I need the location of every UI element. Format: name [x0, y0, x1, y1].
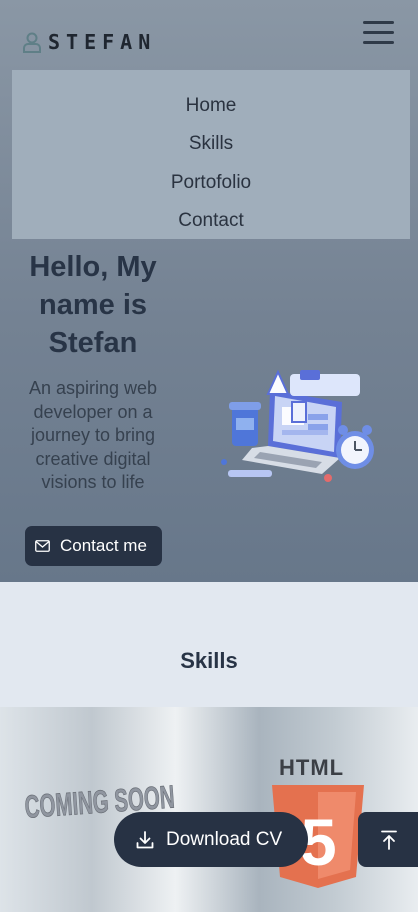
skills-carousel[interactable]: COMING SOON HTML 5	[0, 707, 418, 912]
download-icon	[136, 830, 154, 848]
hero-section: STEFAN Home Skills Portofolio Contact He…	[0, 0, 418, 582]
download-cv-button[interactable]: Download CV	[114, 812, 308, 867]
brand-logo[interactable]: STEFAN	[22, 30, 156, 54]
arrow-up-to-top-icon	[381, 830, 397, 850]
nav-menu: Home Skills Portofolio Contact	[12, 70, 410, 239]
contact-me-button[interactable]: Contact me	[25, 526, 162, 566]
nav-item-portofolio[interactable]: Portofolio	[12, 172, 410, 194]
scroll-to-top-button[interactable]	[358, 812, 418, 867]
laptop-workspace-illustration	[221, 369, 374, 482]
skills-section	[0, 582, 418, 707]
coming-soon-card: COMING SOON HTML 5	[23, 755, 364, 888]
user-outline-icon	[23, 32, 41, 53]
nav-item-skills[interactable]: Skills	[12, 133, 410, 155]
download-cv-label: Download CV	[166, 828, 283, 850]
contact-me-label: Contact me	[60, 536, 147, 555]
brand-name: STEFAN	[48, 30, 157, 54]
nav-item-contact[interactable]: Contact	[12, 210, 410, 232]
html-label: HTML	[279, 755, 344, 780]
nav-item-home[interactable]: Home	[12, 95, 410, 117]
skills-title: Skills	[180, 648, 238, 673]
hamburger-icon[interactable]	[362, 20, 396, 46]
hero-heading: Hello, My name is Stefan	[29, 251, 157, 359]
envelope-icon	[35, 540, 50, 552]
hero-tagline: An aspiring web developer on a journey t…	[28, 378, 158, 492]
